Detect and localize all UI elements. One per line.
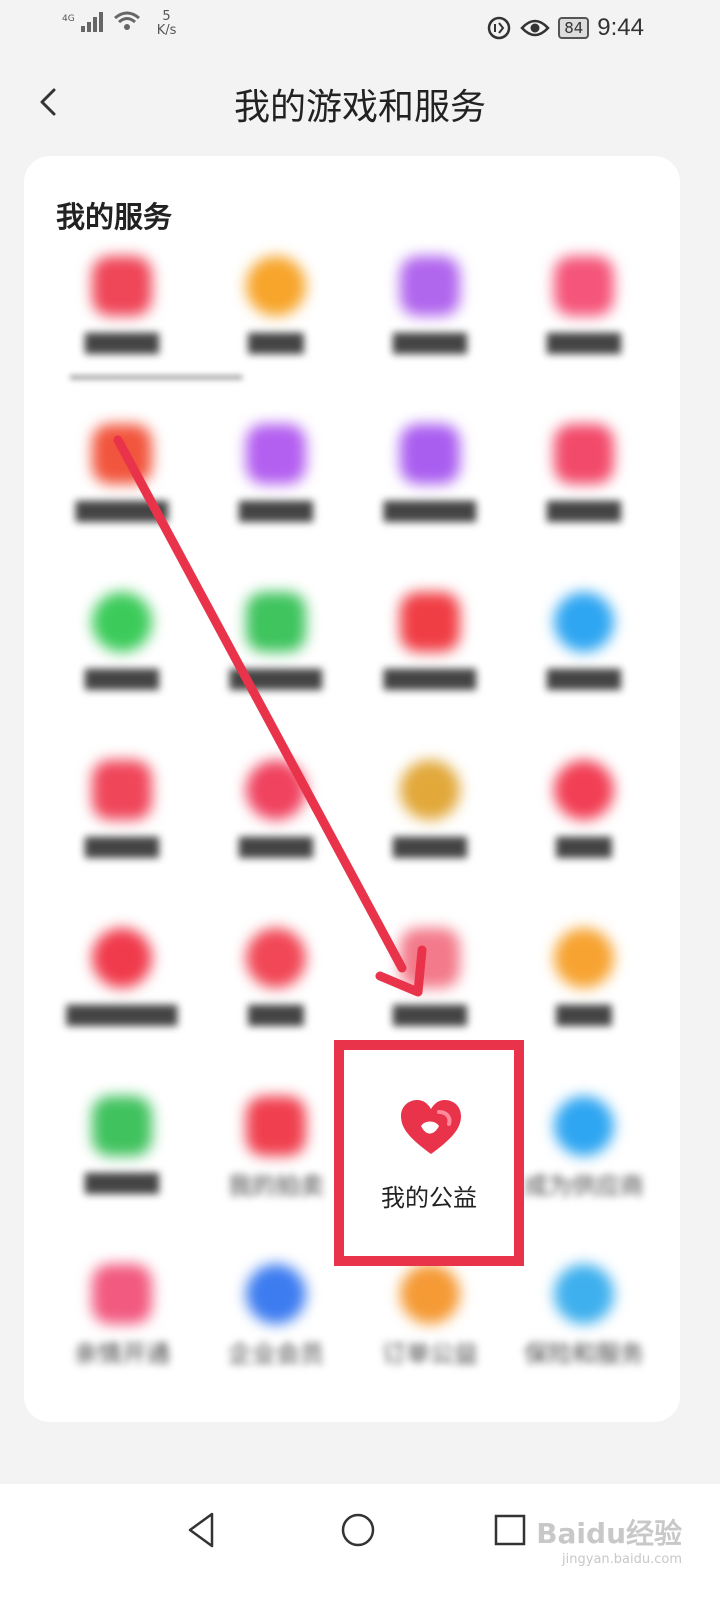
blurred-app-icon: [554, 424, 614, 484]
blurred-app-icon: [400, 592, 460, 652]
data-saver-icon: [487, 16, 511, 40]
nav-back-icon[interactable]: [180, 1508, 224, 1552]
blurred-label: ▆▆▆: [248, 326, 304, 354]
blurred-app-icon: [246, 760, 306, 820]
blurred-app-icon: [400, 1264, 460, 1324]
service-item-insurance[interactable]: 保险和服务: [502, 1252, 666, 1412]
service-item[interactable]: ▆▆▆▆▆: [194, 580, 358, 740]
eye-comfort-icon: [520, 19, 550, 37]
section-title: 我的服务: [56, 200, 173, 234]
service-item-family[interactable]: 亲情开通: [40, 1252, 204, 1412]
blurred-label: ▆▆▆▆: [85, 1166, 159, 1194]
blurred-label: ▆▆▆▆: [547, 494, 621, 522]
heart-icon: [401, 1100, 461, 1154]
service-label: 保险和服务: [524, 1340, 644, 1368]
blurred-label: ▆▆▆▆: [547, 326, 621, 354]
blurred-label: ▆▆▆▆▆: [75, 494, 169, 522]
blurred-label: ▆▆▆▆: [85, 326, 159, 354]
my-charity-label: 我的公益: [381, 1184, 477, 1212]
blurred-app-icon: [246, 1096, 306, 1156]
blurred-app-icon: [92, 760, 152, 820]
service-item[interactable]: ▆▆▆▆▆: [348, 580, 512, 740]
blurred-app-icon: [400, 928, 460, 988]
blurred-app-icon: [554, 592, 614, 652]
blurred-app-icon: [246, 928, 306, 988]
service-item-supplier[interactable]: 成为供应商: [502, 1084, 666, 1244]
service-item[interactable]: ▆▆▆▆ ▂▂▂▂▂▂▂▂▂▂▂▂▂▂▂▂: [40, 244, 242, 404]
blurred-app-icon: [554, 1096, 614, 1156]
service-item[interactable]: ▆▆▆▆: [40, 748, 204, 908]
service-label: 订单公益: [382, 1340, 478, 1368]
service-item[interactable]: ▆▆▆: [502, 748, 666, 908]
blurred-app-icon: [92, 256, 152, 316]
page-title: 我的游戏和服务: [233, 87, 486, 128]
blurred-app-icon: [92, 592, 152, 652]
blurred-app-icon: [92, 424, 152, 484]
wifi-icon: [113, 11, 140, 30]
blurred-label: ▆▆▆▆: [239, 494, 313, 522]
blurred-app-icon: [246, 592, 306, 652]
clock: 9:44: [597, 14, 644, 41]
service-item[interactable]: ▆▆▆▆: [502, 580, 666, 740]
service-item[interactable]: ▆▆▆▆: [502, 412, 666, 572]
service-label: 成为供应商: [524, 1172, 644, 1200]
blurred-label: ▆▆▆▆: [393, 998, 467, 1026]
blurred-label: ▆▆▆▆: [85, 662, 159, 690]
blurred-app-icon: [554, 928, 614, 988]
blurred-label: ▆▆▆▆: [393, 830, 467, 858]
blurred-label: ▆▆▆: [248, 998, 304, 1026]
service-item[interactable]: ▆▆▆: [502, 916, 666, 1076]
service-item[interactable]: ▆▆▆▆: [348, 244, 512, 404]
status-bar: 4G 5 K/s 84 9:44: [0, 0, 720, 56]
blurred-app-icon: [400, 424, 460, 484]
status-right: 84 9:44: [486, 14, 644, 42]
baidu-watermark: Baidu经验 jingyan.baidu.com: [536, 1517, 682, 1567]
blurred-app-icon: [554, 760, 614, 820]
blurred-app-icon: [400, 256, 460, 316]
service-item[interactable]: ▆▆▆▆: [194, 748, 358, 908]
network-speed: 5 K/s: [156, 9, 177, 38]
blurred-label: ▆▆▆▆: [547, 662, 621, 690]
network-type: 4G: [62, 14, 75, 24]
service-item[interactable]: ▆▆▆▆: [40, 1084, 204, 1244]
my-charity-item[interactable]: 我的公益: [334, 1040, 524, 1266]
blurred-label: ▆▆▆▆▆: [383, 662, 477, 690]
blurred-label: ▆▆▆: [556, 998, 612, 1026]
blurred-label: ▆▆▆▆: [239, 830, 313, 858]
blurred-label: ▆▆▆▆: [393, 326, 467, 354]
nav-recents-icon[interactable]: [488, 1508, 532, 1552]
service-item-order-charity[interactable]: 订单公益: [348, 1252, 512, 1412]
blurred-app-icon: [554, 256, 614, 316]
blurred-app-icon: [246, 424, 306, 484]
battery-indicator: 84: [558, 17, 590, 39]
header-bar: 我的游戏和服务: [0, 58, 720, 150]
service-item[interactable]: ▆▆▆▆▆: [348, 412, 512, 572]
service-item[interactable]: ▆▆▆▆: [502, 244, 666, 404]
blurred-app-icon: [92, 1096, 152, 1156]
blurred-app-icon: [92, 1264, 152, 1324]
service-item[interactable]: ▆▆▆▆: [40, 580, 204, 740]
blurred-label: ▆▆▆▆: [85, 830, 159, 858]
service-item[interactable]: ▆▆▆▆▆: [40, 412, 204, 572]
status-left: 4G 5 K/s: [62, 10, 176, 38]
blurred-app-icon: [92, 928, 152, 988]
service-item[interactable]: ▆▆▆▆: [194, 412, 358, 572]
service-label: 亲情开通: [74, 1340, 170, 1368]
service-item-enterprise[interactable]: 企业会员: [194, 1252, 358, 1412]
blurred-label: ▆▆▆▆▆: [383, 494, 477, 522]
blurred-label: ▆▆▆: [556, 830, 612, 858]
blurred-app-icon: [554, 1264, 614, 1324]
nav-home-icon[interactable]: [336, 1508, 380, 1552]
blurred-label: ▆▆▆▆▆▆: [66, 998, 178, 1026]
service-item[interactable]: ▆▆▆▆: [348, 748, 512, 908]
signal-icon: [80, 12, 103, 32]
service-item[interactable]: ▆▆▆▆▆▆: [40, 916, 204, 1076]
blurred-label: ▆▆▆▆▆: [229, 662, 323, 690]
service-label: 企业会员: [228, 1340, 324, 1368]
blurred-app-icon: [400, 760, 460, 820]
service-item[interactable]: ▆▆▆: [194, 244, 358, 404]
blurred-app-icon: [246, 1264, 306, 1324]
blurred-app-icon: [246, 256, 306, 316]
